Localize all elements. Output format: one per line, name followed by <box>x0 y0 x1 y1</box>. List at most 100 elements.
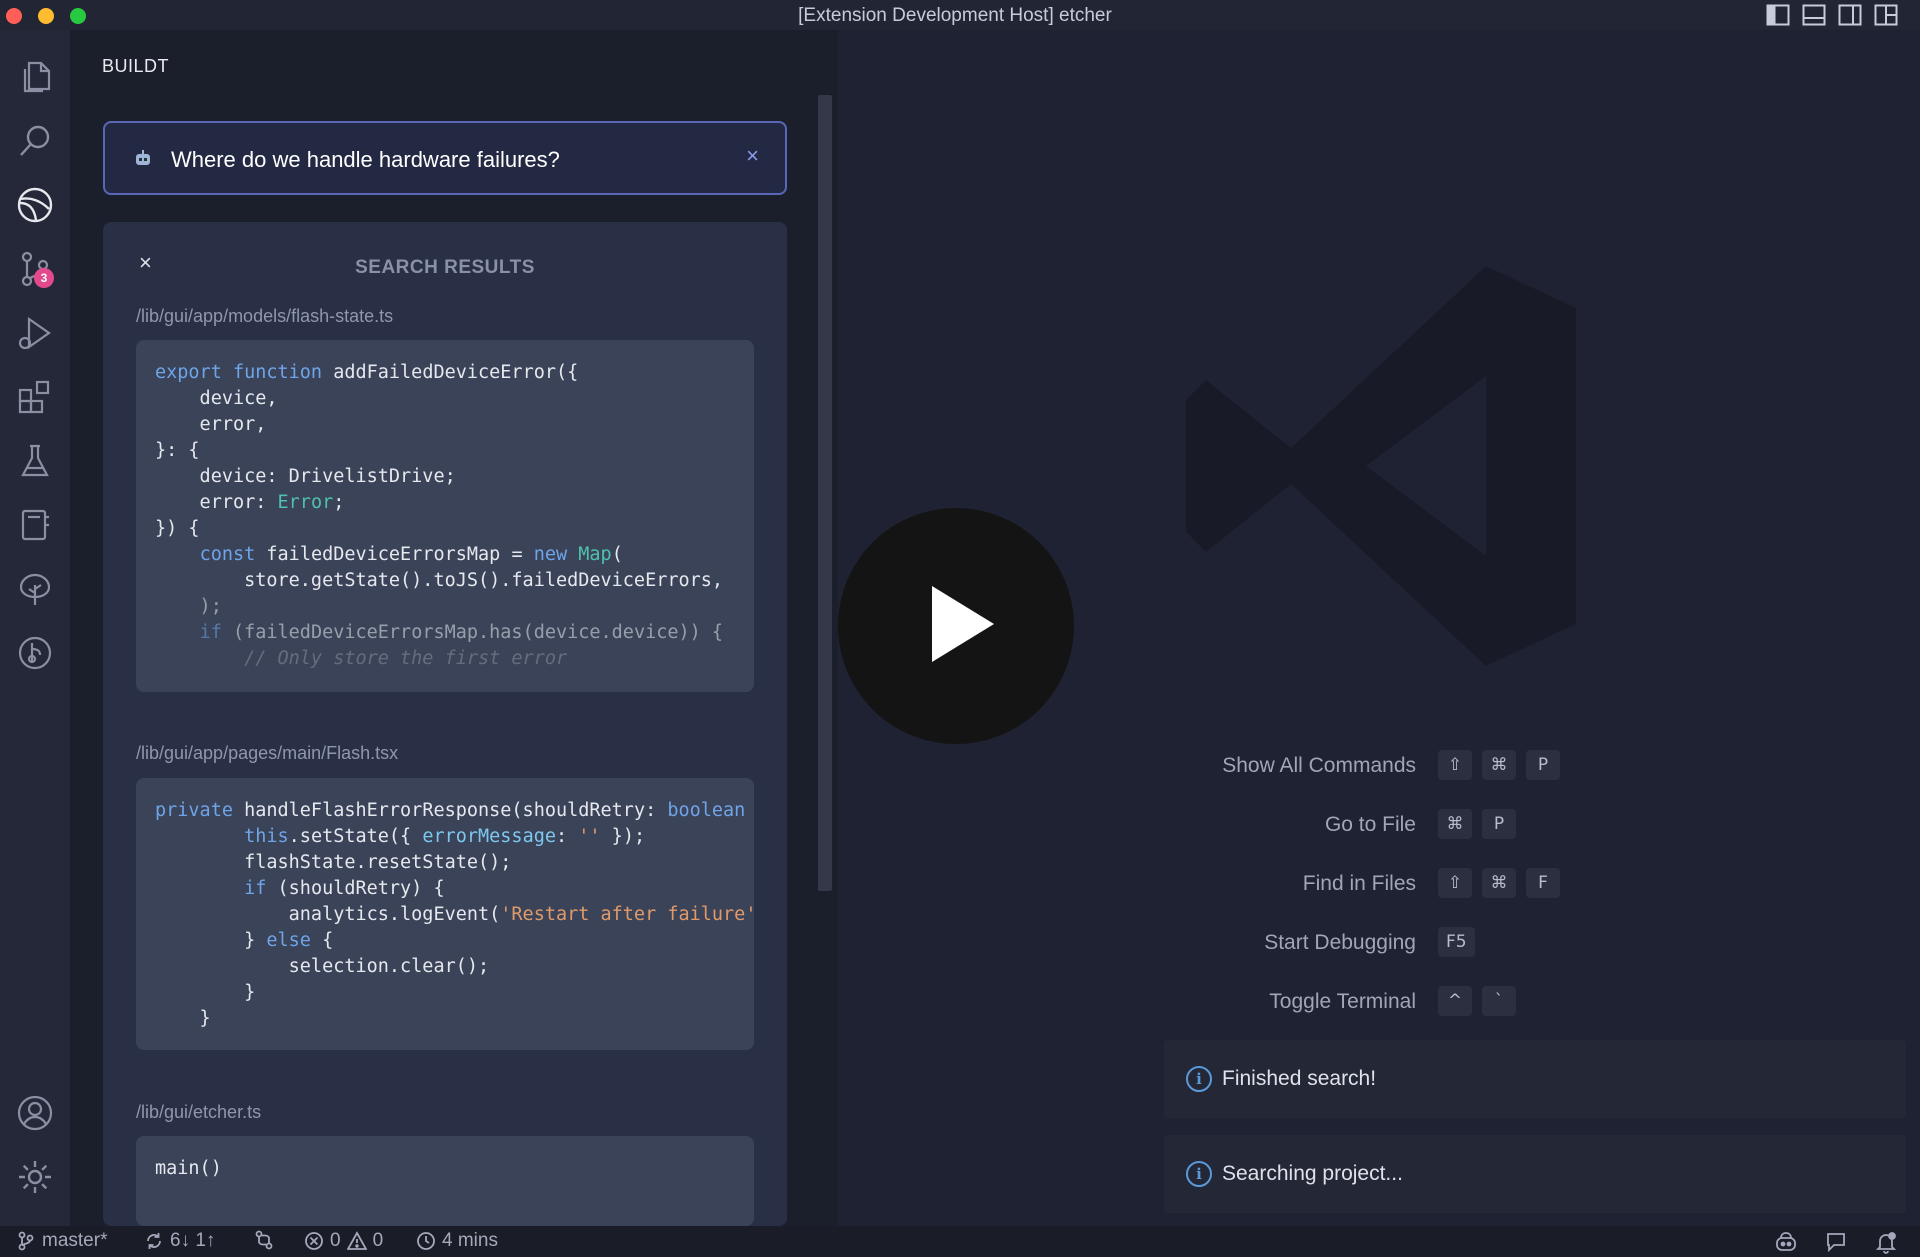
command-label: Toggle Terminal <box>1269 990 1416 1013</box>
query-input[interactable] <box>171 145 731 175</box>
copilot-icon[interactable] <box>1774 1230 1798 1254</box>
info-icon: i <box>1186 1066 1212 1092</box>
result-file-path[interactable]: /lib/gui/app/pages/main/Flash.tsx <box>136 743 398 764</box>
notification-text: Finished search! <box>1222 1067 1377 1090</box>
extensions-icon <box>18 380 50 414</box>
source-control-button[interactable]: 3 <box>8 242 62 296</box>
problems-status[interactable]: 0 0 <box>304 1230 383 1252</box>
run-and-debug-button[interactable] <box>8 306 62 360</box>
sidebar-title: BUILDT <box>102 56 170 76</box>
sidebar-scrollbar[interactable] <box>818 95 832 891</box>
code-line: main() <box>155 1158 222 1179</box>
buildt-logo-icon <box>17 187 53 223</box>
account-icon <box>17 1095 53 1131</box>
notebook-icon <box>21 509 49 541</box>
sync-status[interactable]: 6↓ 1↑ <box>144 1230 215 1252</box>
command-show-all[interactable]: Show All Commands ⇧ ⌘ P <box>838 750 1560 782</box>
customize-layout-icon[interactable] <box>1874 4 1898 26</box>
command-find-in-files[interactable]: Find in Files ⇧ ⌘ F <box>838 868 1560 900</box>
results-title: SEARCH RESULTS <box>355 257 535 278</box>
notification-toast[interactable]: i Finished search! <box>1164 1040 1906 1118</box>
command-start-debugging[interactable]: Start Debugging F5 <box>838 927 1475 959</box>
accounts-button[interactable] <box>8 1086 62 1140</box>
search-button[interactable] <box>8 114 62 168</box>
command-label: Go to File <box>1324 813 1416 836</box>
layout-controls <box>1766 4 1898 26</box>
play-icon <box>932 586 994 662</box>
bell-icon[interactable] <box>1874 1230 1898 1254</box>
vscode-watermark-icon <box>1186 266 1576 666</box>
branch-icon <box>18 1231 34 1251</box>
time-status[interactable]: 4 mins <box>416 1230 498 1252</box>
window-title: [Extension Development Host] etcher <box>798 5 1112 26</box>
branch-name: master* <box>42 1230 108 1251</box>
git-graph-icon <box>18 636 52 670</box>
search-results-panel: × SEARCH RESULTS /lib/gui/app/models/fla… <box>103 222 787 1226</box>
toggle-secondary-sidebar-icon[interactable] <box>1838 4 1862 26</box>
git-graph-button[interactable] <box>8 626 62 680</box>
code-snippet[interactable]: export function addFailedDeviceError({ d… <box>136 340 754 692</box>
key: F5 <box>1438 927 1475 957</box>
buildt-extension-button[interactable] <box>8 178 62 232</box>
robot-icon <box>136 150 150 165</box>
shift-key: ⇧ <box>1438 868 1472 898</box>
key: ` <box>1482 986 1516 1016</box>
sync-icon <box>147 1233 161 1249</box>
key: P <box>1482 809 1516 839</box>
sync-counts: 6↓ 1↑ <box>170 1230 216 1251</box>
error-icon <box>305 1232 323 1250</box>
command-key: ⌘ <box>1482 750 1516 780</box>
warning-count: 0 <box>372 1230 384 1251</box>
status-bar: master* 6↓ 1↑ 0 0 4 mins <box>0 1226 1920 1257</box>
branch-status[interactable]: master* <box>16 1230 107 1252</box>
activity-bar: 3 <box>0 30 70 1226</box>
command-go-to-file[interactable]: Go to File ⌘ P <box>838 809 1516 841</box>
title-bar: [Extension Development Host] etcher <box>0 0 1920 30</box>
info-icon: i <box>1186 1161 1212 1187</box>
notification-text: Searching project... <box>1222 1162 1403 1185</box>
explorer-button[interactable] <box>8 50 62 104</box>
shift-key: ⇧ <box>1438 750 1472 780</box>
error-count: 0 <box>330 1230 341 1251</box>
search-icon <box>20 125 50 156</box>
query-box[interactable]: × <box>103 121 787 195</box>
toggle-panel-icon[interactable] <box>1802 4 1826 26</box>
control-key: ^ <box>1438 986 1472 1016</box>
editor-area: Show All Commands ⇧ ⌘ P Go to File ⌘ P F… <box>838 30 1920 1226</box>
feedback-icon[interactable] <box>1824 1230 1848 1254</box>
gear-icon <box>19 1161 51 1193</box>
code-snippet[interactable]: main() <box>136 1136 754 1226</box>
files-icon <box>23 61 51 93</box>
key: P <box>1526 750 1560 780</box>
tree-view-button[interactable] <box>8 562 62 616</box>
history-icon <box>417 1232 435 1250</box>
command-label: Start Debugging <box>1264 931 1416 954</box>
result-file-path[interactable]: /lib/gui/etcher.ts <box>136 1102 261 1123</box>
command-key: ⌘ <box>1482 868 1516 898</box>
command-label: Show All Commands <box>1222 754 1416 777</box>
function-name: addFailedDeviceError <box>333 362 556 383</box>
tree-icon <box>19 573 51 605</box>
notebook-button[interactable] <box>8 498 62 552</box>
warning-icon <box>346 1231 367 1250</box>
settings-button[interactable] <box>8 1150 62 1204</box>
notification-toast[interactable]: i Searching project... <box>1164 1135 1906 1213</box>
key: F <box>1526 868 1560 898</box>
command-toggle-terminal[interactable]: Toggle Terminal ^ ` <box>838 986 1516 1018</box>
code-snippet[interactable]: private handleFlashErrorResponse(shouldR… <box>136 778 754 1050</box>
flask-icon <box>21 444 49 477</box>
extensions-button[interactable] <box>8 370 62 424</box>
source-control-badge: 3 <box>34 268 54 288</box>
sidebar: BUILDT × × SEARCH RESULTS /lib/gui/app/m… <box>70 30 838 1226</box>
time-elapsed: 4 mins <box>442 1230 498 1251</box>
function-name: handleFlashErrorResponse <box>244 800 512 821</box>
command-key: ⌘ <box>1438 809 1472 839</box>
clear-query-icon[interactable]: × <box>746 143 759 169</box>
result-file-path[interactable]: /lib/gui/app/models/flash-state.ts <box>136 306 393 327</box>
toggle-primary-sidebar-icon[interactable] <box>1766 4 1790 26</box>
publish-status[interactable] <box>254 1230 274 1250</box>
testing-button[interactable] <box>8 434 62 488</box>
video-play-button[interactable] <box>838 508 1074 744</box>
git-compare-icon <box>255 1230 273 1250</box>
run-debug-icon <box>18 316 51 350</box>
